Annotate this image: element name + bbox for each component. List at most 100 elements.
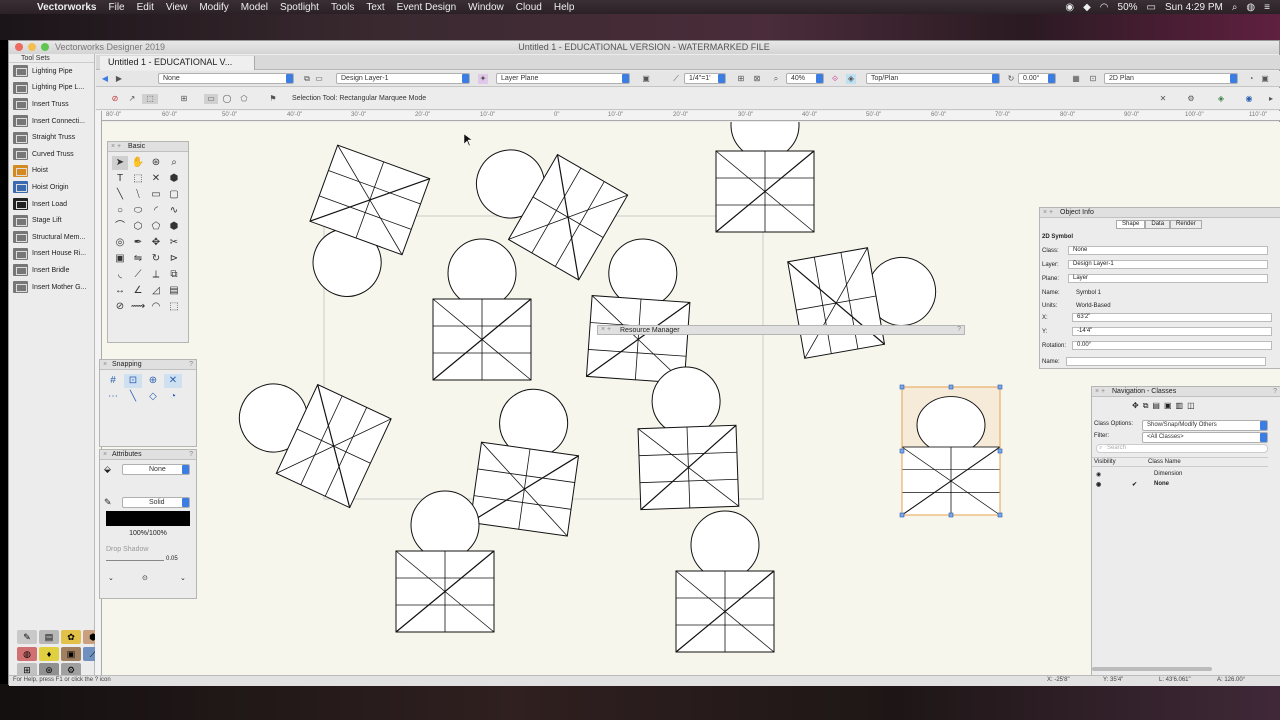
menu-help[interactable]: Help xyxy=(554,2,575,13)
object-info-header[interactable]: × + Object Info xyxy=(1040,208,1280,218)
dropbox-icon[interactable]: ◆ xyxy=(1083,2,1091,13)
collapse-toolbar-icon[interactable]: ▸ xyxy=(1266,94,1276,104)
name-field[interactable] xyxy=(1066,357,1266,366)
scale-select[interactable]: 1/4"=1' xyxy=(684,73,726,84)
snap-working-plane-icon[interactable]: ◇ xyxy=(144,390,162,404)
symbol-instance[interactable] xyxy=(585,235,695,384)
angle-field[interactable]: 0.00° xyxy=(1018,73,1056,84)
menu-cloud[interactable]: Cloud xyxy=(516,2,542,13)
attributes-palette-header[interactable]: × Attributes? xyxy=(100,450,196,460)
toolset-visualization-icon[interactable]: ◍ xyxy=(17,646,37,661)
clock[interactable]: Sun 4:29 PM xyxy=(1165,2,1223,13)
preferences-icon[interactable]: ⚑ xyxy=(268,94,278,104)
plane-icon[interactable]: ✦ xyxy=(478,74,488,84)
protractor-tool-icon[interactable]: ⊘ xyxy=(112,300,128,314)
chamfer-tool-icon[interactable]: ◿ xyxy=(148,284,164,298)
marquee-mode-icon[interactable]: ⬚ xyxy=(142,94,158,104)
list-icon[interactable]: ≡ xyxy=(1264,2,1270,13)
menu-event-design[interactable]: Event Design xyxy=(397,2,456,13)
tool-structural-member[interactable]: Structural Mem... xyxy=(9,229,94,246)
visible-eye-icon[interactable]: ◉ xyxy=(1096,471,1101,478)
view-select[interactable]: Top/Plan xyxy=(866,73,1000,84)
zoom-select[interactable]: 40% xyxy=(786,73,824,84)
plane-field[interactable]: Layer xyxy=(1068,274,1268,283)
tab-render[interactable]: Render xyxy=(1170,220,1202,229)
snap-tangent-icon[interactable]: ╲ xyxy=(124,390,142,404)
nav-refs-icon[interactable]: ◫ xyxy=(1187,401,1195,411)
fit-page-icon[interactable]: ⊠ xyxy=(752,74,762,84)
symbol-instance[interactable] xyxy=(288,144,431,312)
freehand-tool-icon[interactable]: ∿ xyxy=(166,204,182,218)
tool-insert-load[interactable]: Insert Load xyxy=(9,196,94,213)
visibility-icon[interactable]: ◈ xyxy=(1216,94,1226,104)
projection-icon[interactable]: ⊡ xyxy=(1088,74,1098,84)
symbol-instance[interactable] xyxy=(715,122,815,233)
tool-insert-mother-grid[interactable]: Insert Mother G... xyxy=(9,279,94,296)
rectangle-tool-icon[interactable]: ▭ xyxy=(148,188,164,202)
mirror-tool-icon[interactable]: ⇋ xyxy=(130,252,146,266)
nav-sheets-icon[interactable]: ▤ xyxy=(1152,401,1160,411)
symbol-instance[interactable] xyxy=(432,238,532,381)
offset-tool-icon[interactable]: ⧉ xyxy=(166,268,182,282)
selection-tool-icon[interactable]: ➤ xyxy=(112,156,128,170)
disable-interactive-scaling-icon[interactable]: ⊘ xyxy=(110,94,120,104)
scale-icon[interactable]: ⟋ xyxy=(671,74,681,84)
eyedropper-tool-icon[interactable]: ✒ xyxy=(130,236,146,250)
polygon-marquee-icon[interactable]: ⬠ xyxy=(239,94,249,104)
double-line-tool-icon[interactable]: ⧹ xyxy=(130,188,146,202)
snapping-palette-header[interactable]: × Snapping? xyxy=(100,360,196,370)
tool-insert-connection[interactable]: Insert Connecti... xyxy=(9,113,94,130)
menu-tools[interactable]: Tools xyxy=(331,2,354,13)
single-selection-icon[interactable]: ↗ xyxy=(127,94,137,104)
menu-spotlight[interactable]: Spotlight xyxy=(280,2,319,13)
opacity-label[interactable]: 100%/100% xyxy=(106,530,190,537)
line-weight-slider[interactable] xyxy=(106,560,164,561)
menu-view[interactable]: View xyxy=(166,2,188,13)
camera-icon[interactable]: ▣ xyxy=(1260,74,1270,84)
render-select[interactable]: 2D Plan xyxy=(1104,73,1238,84)
record-icon[interactable]: ◉ xyxy=(1065,2,1074,13)
menu-app[interactable]: Vectorworks xyxy=(37,2,96,13)
fillet-tool-icon[interactable]: ◟ xyxy=(112,268,128,282)
snap-cursor-icon[interactable]: ✕ xyxy=(1158,94,1168,104)
circle-tool-icon[interactable]: ○ xyxy=(112,204,128,218)
arrowhead-mid-icon[interactable]: ⊙ xyxy=(142,574,148,582)
symbol-insert-icon[interactable]: ▣ xyxy=(112,252,128,266)
split-tool-icon[interactable]: ⟂ xyxy=(148,268,164,282)
tool-insert-house-rigging[interactable]: Insert House Ri... xyxy=(9,246,94,263)
snap-edge-icon[interactable]: ◔ xyxy=(164,390,182,404)
zoom-tool-icon[interactable]: ⌕ xyxy=(166,156,182,170)
layer-select[interactable]: Design Layer-1 xyxy=(336,73,470,84)
basic-palette-header[interactable]: × + Basic xyxy=(108,142,188,152)
horizontal-scrollbar[interactable] xyxy=(1092,667,1212,671)
toolset-spotlight-icon[interactable]: ▣ xyxy=(61,646,81,661)
toolset-building-icon[interactable]: ▤ xyxy=(39,630,59,644)
layers-icon[interactable]: ⧉ xyxy=(302,74,312,84)
settings-gear-icon[interactable]: ⚙ xyxy=(1186,94,1196,104)
line-weight-value[interactable]: 0.05 xyxy=(166,556,178,562)
tape-measure-icon[interactable]: ⟿ xyxy=(130,300,146,314)
tab-data[interactable]: Data xyxy=(1145,220,1171,229)
user-icon[interactable]: ◍ xyxy=(1246,2,1255,13)
menu-edit[interactable]: Edit xyxy=(137,2,154,13)
tool-lighting-pipe[interactable]: Lighting Pipe xyxy=(9,63,94,80)
nav-views-icon[interactable]: ▣ xyxy=(1164,401,1172,411)
search-icon[interactable]: ⌕ xyxy=(1232,2,1238,13)
resource-manager-help-icon[interactable]: ? xyxy=(957,326,961,333)
vector-tool-icon[interactable]: ⬚ xyxy=(166,300,182,314)
rotation-field[interactable]: 0.00° xyxy=(1072,341,1272,350)
double-polygon-tool-icon[interactable]: ⬠ xyxy=(148,220,164,234)
snap-intersection-icon[interactable]: ✕ xyxy=(164,374,182,388)
pen-style-select[interactable]: Solid xyxy=(122,497,190,508)
snap-object-icon[interactable]: ⊡ xyxy=(124,374,142,388)
polygon-tool-icon[interactable]: ⬡ xyxy=(130,220,146,234)
snap-distance-icon[interactable]: ⋯ xyxy=(104,390,122,404)
class-row[interactable]: ◉ Dimension xyxy=(1092,471,1268,481)
class-select[interactable]: None xyxy=(158,73,294,84)
locus-tool-icon[interactable]: ✕ xyxy=(148,172,164,186)
arrowhead-right-icon[interactable]: ⌄ xyxy=(180,574,186,582)
pan-tool-icon[interactable]: ✋ xyxy=(130,156,146,170)
wifi-icon[interactable]: ◠ xyxy=(1100,2,1109,13)
quarter-arc-tool-icon[interactable]: ◠ xyxy=(148,300,164,314)
line-tool-icon[interactable]: ╲ xyxy=(112,188,128,202)
